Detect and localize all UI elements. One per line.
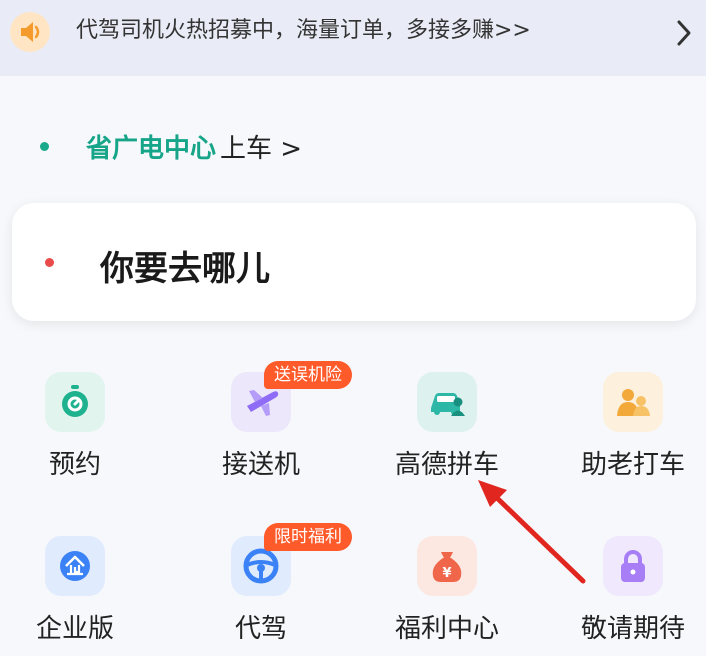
annotation-arrow-icon <box>478 480 586 584</box>
